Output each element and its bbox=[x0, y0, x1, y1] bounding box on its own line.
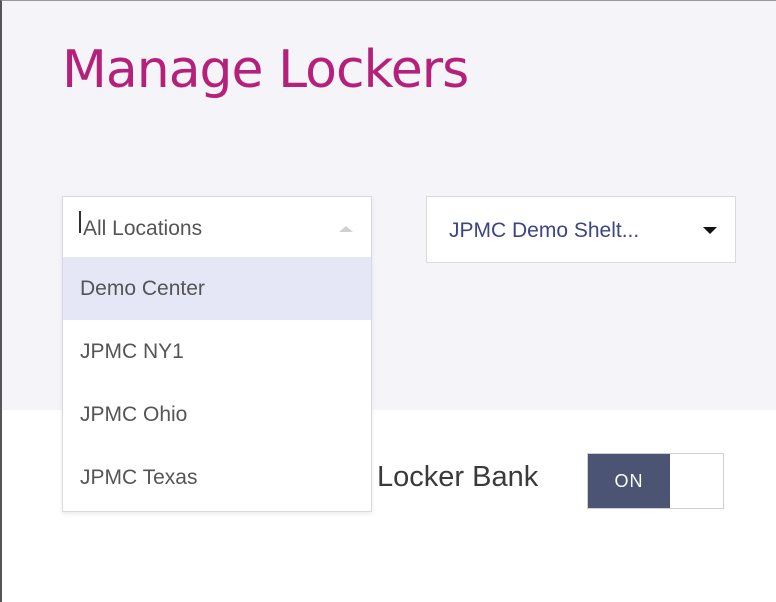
location-option-jpmc-ny1[interactable]: JPMC NY1 bbox=[63, 320, 371, 383]
location-option-jpmc-texas[interactable]: JPMC Texas bbox=[63, 446, 371, 509]
shelter-selected-value: JPMC Demo Shelt... bbox=[449, 219, 640, 242]
location-options-list: Demo Center JPMC NY1 JPMC Ohio JPMC Texa… bbox=[63, 257, 371, 509]
location-selected-value: All Locations bbox=[83, 217, 203, 240]
location-search-input[interactable]: All Locations bbox=[63, 197, 371, 257]
location-select[interactable]: All Locations Demo Center JPMC NY1 JPMC … bbox=[62, 196, 372, 512]
location-option-demo-center[interactable]: Demo Center bbox=[63, 257, 371, 320]
locker-bank-toggle[interactable]: ON bbox=[587, 453, 724, 509]
location-option-jpmc-ohio[interactable]: JPMC Ohio bbox=[63, 383, 371, 446]
locker-bank-label: Locker Bank bbox=[377, 461, 539, 493]
toggle-on-label: ON bbox=[588, 454, 670, 508]
text-cursor bbox=[79, 211, 81, 233]
caret-up-icon[interactable] bbox=[339, 226, 353, 232]
caret-down-icon[interactable] bbox=[703, 227, 717, 234]
page-title: Manage Lockers bbox=[62, 40, 469, 100]
shelter-select[interactable]: JPMC Demo Shelt... bbox=[426, 196, 736, 263]
